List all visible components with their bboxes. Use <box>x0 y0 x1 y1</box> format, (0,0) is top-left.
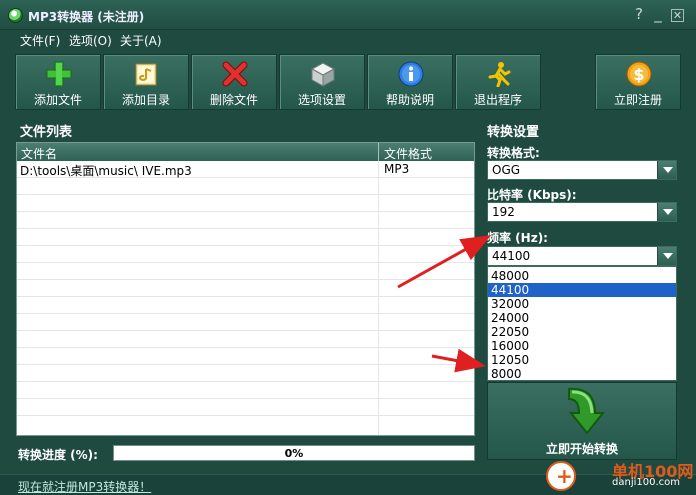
running-man-icon <box>488 62 511 87</box>
menu-about[interactable]: 关于(A) <box>120 32 162 49</box>
settings-title: 转换设置 <box>487 125 540 140</box>
help-doc-label: 帮助说明 <box>385 93 434 107</box>
column-divider <box>378 143 379 161</box>
file-list-table[interactable]: 文件名 文件格式 D:\tools\桌面\music\ IVE.mp3 MP3 <box>16 142 475 436</box>
table-row[interactable]: D:\tools\桌面\music\ IVE.mp3 MP3 <box>17 161 474 178</box>
cube-icon <box>310 62 336 87</box>
progress-label: 转换进度 (%): <box>18 448 98 462</box>
plus-icon <box>46 61 72 87</box>
close-button[interactable]: ✕ <box>671 9 684 22</box>
toolbar: 添加文件 添加目录 删除文件 选项设置 帮助说明 退出程序 $ 立即注册 <box>15 54 681 110</box>
table-row-empty <box>17 348 474 365</box>
table-row-empty <box>17 212 474 229</box>
frequency-option[interactable]: 8000 <box>488 367 676 381</box>
chevron-down-icon[interactable] <box>657 203 676 221</box>
exit-button[interactable]: 退出程序 <box>455 54 541 110</box>
table-row-empty <box>17 314 474 331</box>
file-format-cell: MP3 <box>384 162 410 176</box>
format-select[interactable]: OGG <box>487 160 677 180</box>
info-icon <box>398 61 424 87</box>
window-title: MP3转换器 (未注册) <box>28 10 145 24</box>
menu-bar: 文件(F) 选项(O) 关于(A) <box>0 30 696 50</box>
help-doc-button[interactable]: 帮助说明 <box>367 54 453 110</box>
frequency-option[interactable]: 16000 <box>488 339 676 353</box>
frequency-option[interactable]: 24000 <box>488 311 676 325</box>
app-icon <box>8 8 23 23</box>
frequency-dropdown-list[interactable]: 48000 44100 32000 24000 22050 16000 1205… <box>487 266 677 381</box>
options-label: 选项设置 <box>297 93 346 107</box>
table-row-empty <box>17 246 474 263</box>
format-label: 转换格式: <box>487 146 540 160</box>
start-convert-label: 立即开始转换 <box>545 442 618 456</box>
delete-file-button[interactable]: 删除文件 <box>191 54 277 110</box>
watermark-logo: 单机100网 danji100.com <box>540 456 696 495</box>
format-value: OGG <box>492 163 521 177</box>
title-bar: MP3转换器 (未注册) ? _ ✕ <box>0 0 696 30</box>
minimize-button[interactable]: _ <box>651 6 665 22</box>
exit-label: 退出程序 <box>473 93 522 107</box>
folder-music-icon <box>135 63 157 86</box>
table-row-empty <box>17 399 474 416</box>
register-link[interactable]: 现在就注册MP3转换器！ <box>18 478 151 495</box>
table-row-empty <box>17 297 474 314</box>
chevron-down-icon[interactable] <box>657 161 676 179</box>
delete-x-icon <box>222 61 248 87</box>
bitrate-select[interactable]: 192 <box>487 202 677 222</box>
frequency-option[interactable]: 12050 <box>488 353 676 367</box>
table-row-empty <box>17 263 474 280</box>
file-list-header: 文件名 文件格式 <box>17 143 474 161</box>
chevron-down-icon[interactable] <box>657 247 676 265</box>
frequency-option[interactable]: 32000 <box>488 297 676 311</box>
add-directory-label: 添加目录 <box>121 93 170 107</box>
frequency-option[interactable]: 22050 <box>488 325 676 339</box>
register-button[interactable]: $ 立即注册 <box>595 54 681 110</box>
add-directory-button[interactable]: 添加目录 <box>103 54 189 110</box>
dollar-coin-icon: $ <box>626 61 652 87</box>
frequency-value: 44100 <box>492 249 531 263</box>
svg-text:$: $ <box>633 65 644 84</box>
table-row-empty <box>17 195 474 212</box>
progress-value: 0% <box>284 447 304 460</box>
column-header-name[interactable]: 文件名 <box>21 145 57 162</box>
file-list-title: 文件列表 <box>20 125 73 140</box>
table-row-empty <box>17 331 474 348</box>
table-row-empty <box>17 365 474 382</box>
progress-bar: 0% <box>113 445 475 461</box>
table-row-empty <box>17 229 474 246</box>
bitrate-value: 192 <box>492 205 515 219</box>
menu-options[interactable]: 选项(O) <box>69 32 112 49</box>
table-row-empty <box>17 382 474 399</box>
bitrate-label: 比特率 (Kbps): <box>487 188 577 202</box>
down-arrow-icon <box>568 387 606 435</box>
help-button[interactable]: ? <box>632 6 646 22</box>
options-button[interactable]: 选项设置 <box>279 54 365 110</box>
table-row-empty <box>17 280 474 297</box>
frequency-option[interactable]: 48000 <box>488 269 676 283</box>
frequency-select[interactable]: 44100 <box>487 246 677 266</box>
frequency-option-selected[interactable]: 44100 <box>488 283 676 297</box>
start-convert-button[interactable]: 立即开始转换 <box>487 382 677 460</box>
watermark-subtext: danji100.com <box>612 477 680 488</box>
file-name-cell: D:\tools\桌面\music\ IVE.mp3 <box>20 164 192 178</box>
add-file-label: 添加文件 <box>33 93 82 107</box>
add-file-button[interactable]: 添加文件 <box>15 54 101 110</box>
menu-file[interactable]: 文件(F) <box>20 32 60 49</box>
table-row-empty <box>17 178 474 195</box>
register-label: 立即注册 <box>613 93 662 107</box>
column-header-format[interactable]: 文件格式 <box>384 145 432 162</box>
watermark-plus-icon <box>546 461 576 491</box>
frequency-label: 频率 (Hz): <box>487 231 548 245</box>
delete-file-label: 删除文件 <box>209 93 258 107</box>
